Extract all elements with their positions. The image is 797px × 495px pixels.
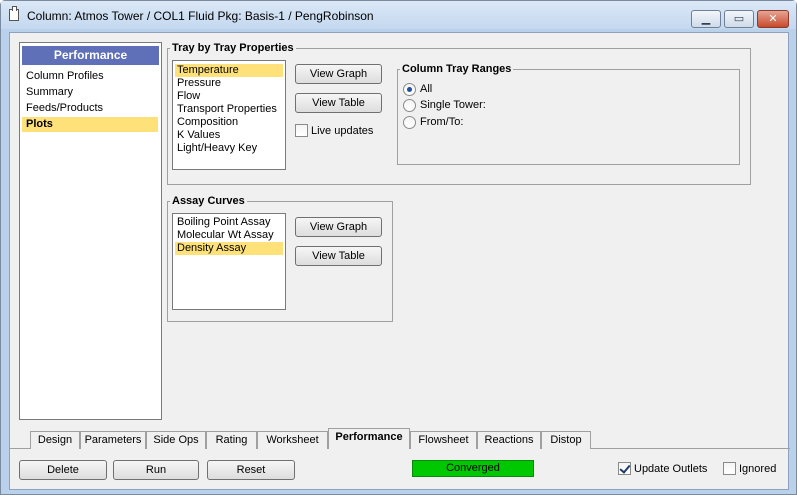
range-single-tower-radio[interactable]	[403, 99, 416, 112]
tab-parameters[interactable]: Parameters	[80, 431, 146, 449]
tab-design[interactable]: Design	[30, 431, 80, 449]
live-updates-checkbox[interactable]	[295, 124, 308, 137]
tray-properties-list[interactable]: Temperature Pressure Flow Transport Prop…	[172, 60, 286, 170]
maximize-button[interactable]: ▭	[724, 10, 754, 28]
tray-ranges-group: Column Tray Ranges	[397, 63, 740, 165]
window-title: Column: Atmos Tower / COL1 Fluid Pkg: Ba…	[27, 9, 374, 23]
solver-status-bar: Converged	[412, 460, 534, 477]
tab-rating[interactable]: Rating	[206, 431, 257, 449]
range-all-label: All	[420, 83, 433, 95]
tab-side-ops[interactable]: Side Ops	[146, 431, 206, 449]
list-item-boiling-point-assay[interactable]: Boiling Point Assay	[175, 216, 283, 229]
nav-item-column-profiles[interactable]: Column Profiles	[26, 69, 158, 84]
nav-header: Performance	[22, 46, 159, 65]
run-button[interactable]: Run	[113, 460, 199, 480]
range-all-radio[interactable]	[403, 83, 416, 96]
title-bar[interactable]: Column: Atmos Tower / COL1 Fluid Pkg: Ba…	[1, 1, 796, 29]
list-item-molecular-wt-assay[interactable]: Molecular Wt Assay	[175, 229, 283, 242]
minimize-button[interactable]: ▁	[691, 10, 721, 28]
list-item-light-heavy-key[interactable]: Light/Heavy Key	[175, 142, 283, 155]
live-updates-label: Live updates	[311, 125, 374, 137]
nav-item-feeds-products[interactable]: Feeds/Products	[26, 101, 158, 116]
column-window: Column: Atmos Tower / COL1 Fluid Pkg: Ba…	[0, 0, 797, 495]
range-single-tower-label: Single Tower:	[420, 99, 486, 111]
ignored-label: Ignored	[739, 463, 777, 475]
update-outlets-checkbox[interactable]	[618, 462, 631, 475]
tray-properties-legend: Tray by Tray Properties	[172, 42, 294, 54]
list-item-composition[interactable]: Composition	[175, 116, 283, 129]
client-area: Performance Column Profiles Summary Feed…	[9, 32, 790, 490]
list-item-flow[interactable]: Flow	[175, 90, 283, 103]
tray-ranges-legend: Column Tray Ranges	[402, 63, 512, 75]
tab-distop[interactable]: Distop	[541, 431, 591, 449]
list-item-transport-properties[interactable]: Transport Properties	[175, 103, 283, 116]
assay-view-graph-button[interactable]: View Graph	[295, 217, 382, 237]
list-item-density-assay[interactable]: Density Assay	[175, 242, 283, 255]
assay-view-table-button[interactable]: View Table	[295, 246, 382, 266]
nav-item-summary[interactable]: Summary	[26, 85, 158, 100]
ignored-checkbox[interactable]	[723, 462, 736, 475]
reset-button[interactable]: Reset	[207, 460, 295, 480]
assay-curves-legend: Assay Curves	[172, 195, 245, 207]
list-item-k-values[interactable]: K Values	[175, 129, 283, 142]
assay-curves-list[interactable]: Boiling Point Assay Molecular Wt Assay D…	[172, 213, 286, 310]
tab-flowsheet[interactable]: Flowsheet	[410, 431, 477, 449]
update-outlets-label: Update Outlets	[634, 463, 708, 475]
tab-worksheet[interactable]: Worksheet	[257, 431, 328, 449]
list-item-pressure[interactable]: Pressure	[175, 77, 283, 90]
document-icon	[9, 6, 19, 21]
tab-performance[interactable]: Performance	[328, 428, 410, 449]
tray-view-table-button[interactable]: View Table	[295, 93, 382, 113]
close-button[interactable]: ✕	[757, 10, 789, 28]
list-item-temperature[interactable]: Temperature	[175, 64, 283, 77]
delete-button[interactable]: Delete	[19, 460, 107, 480]
nav-item-plots[interactable]: Plots	[22, 117, 158, 132]
page-nav-list: Performance Column Profiles Summary Feed…	[19, 42, 162, 420]
tab-reactions[interactable]: Reactions	[477, 431, 541, 449]
tray-view-graph-button[interactable]: View Graph	[295, 64, 382, 84]
range-from-to-radio[interactable]	[403, 116, 416, 129]
range-from-to-label: From/To:	[420, 116, 464, 128]
